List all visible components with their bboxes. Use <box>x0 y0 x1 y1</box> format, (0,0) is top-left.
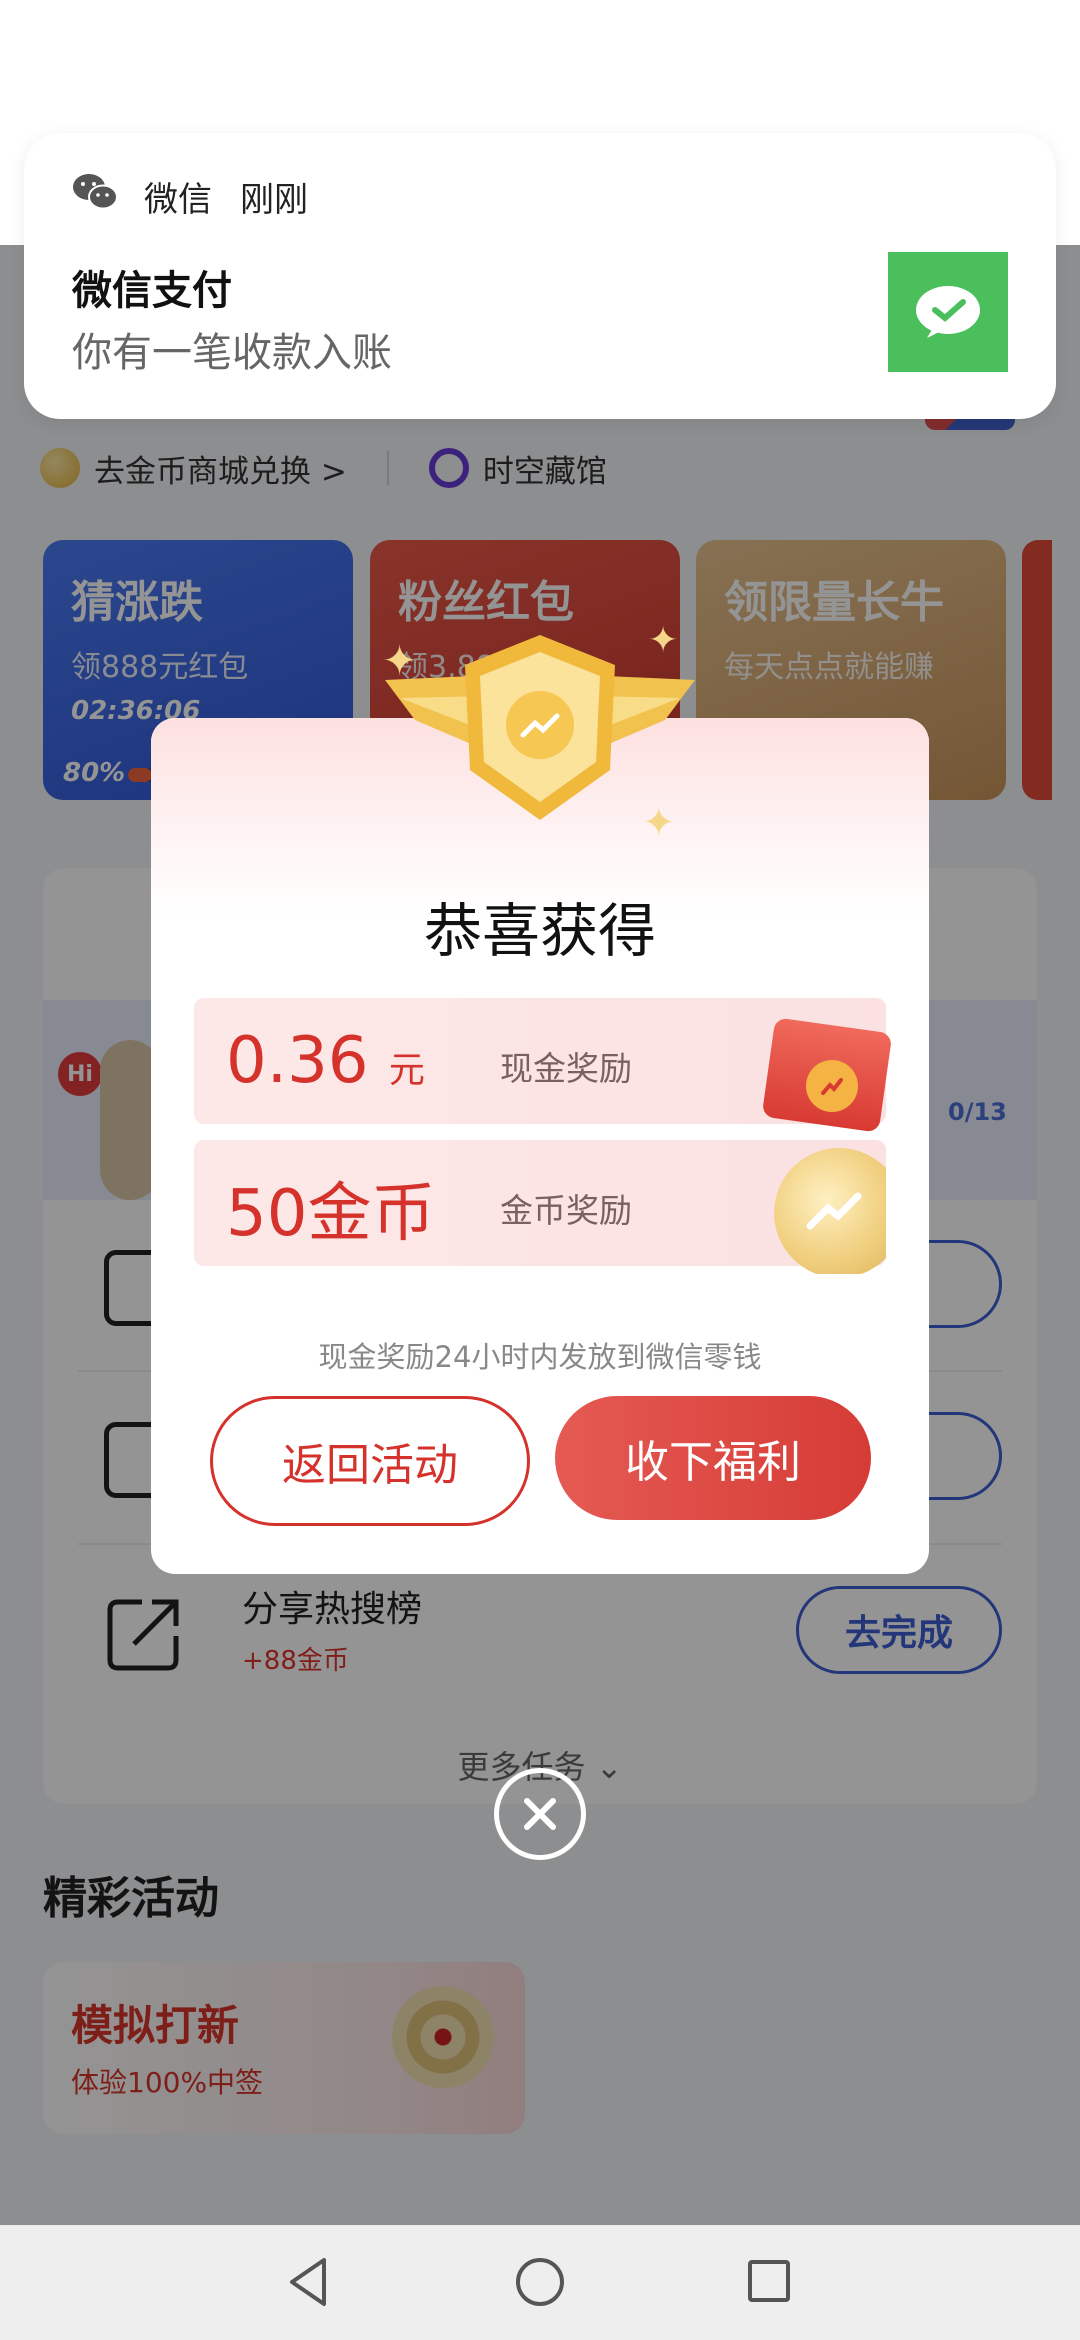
back-nav-icon[interactable] <box>284 2254 332 2310</box>
reward-cash-unit: 元 <box>388 1050 425 1091</box>
notification-body: 你有一笔收款入账 <box>72 330 392 376</box>
reward-coin-desc: 金币奖励 <box>500 1191 632 1230</box>
back-button-label: 返回活动 <box>282 1440 458 1491</box>
home-nav-icon[interactable] <box>514 2256 566 2308</box>
modal-title: 恭喜获得 <box>423 897 656 965</box>
gold-coin-icon <box>774 1148 886 1274</box>
accept-button-label: 收下福利 <box>625 1437 801 1488</box>
close-icon <box>524 1798 556 1830</box>
reward-cash-amount: 0.36 <box>226 1024 369 1098</box>
sparkle-icon: ✦ <box>648 620 679 661</box>
sparkle-icon: ✦ <box>382 636 418 685</box>
reward-coin-value: 50金币 <box>226 1177 436 1251</box>
notification-app-name: 微信 <box>144 180 212 220</box>
sparkle-icon: ✦ <box>642 800 676 846</box>
reward-cash-value: 0.36 元 <box>226 1024 425 1098</box>
notification-title: 微信支付 <box>72 268 232 314</box>
back-to-activity-button[interactable]: 返回活动 <box>210 1396 530 1526</box>
accept-reward-button[interactable]: 收下福利 <box>555 1396 871 1520</box>
close-modal-button[interactable] <box>494 1768 586 1860</box>
reward-cash-desc: 现金奖励 <box>500 1049 632 1088</box>
wechat-icon <box>73 174 118 210</box>
wechat-pay-icon <box>888 252 1008 372</box>
modal-note: 现金奖励24小时内发放到微信零钱 <box>318 1340 762 1374</box>
envelope-seal-icon <box>806 1060 858 1112</box>
recent-apps-icon[interactable] <box>746 2258 792 2304</box>
notification-time: 刚刚 <box>240 180 308 220</box>
